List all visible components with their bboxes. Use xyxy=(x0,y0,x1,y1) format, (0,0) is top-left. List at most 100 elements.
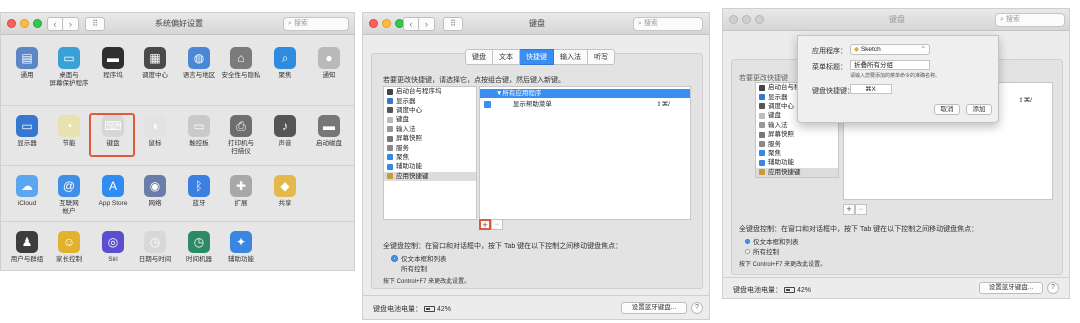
menu-title-field[interactable]: 折叠所有分组 xyxy=(850,60,930,70)
titlebar: ‹ › ⠿ 键盘 ⌕ 搜索 xyxy=(363,13,709,35)
category-icon xyxy=(387,107,393,114)
back-button[interactable]: ‹ xyxy=(47,17,63,31)
back-button[interactable]: ‹ xyxy=(403,17,419,31)
energy-saver-icon: ◔ xyxy=(58,115,80,137)
shortcut-keys[interactable]: ⇧⌘/ xyxy=(1018,96,1032,105)
pref-item[interactable]: ▬ 启动磁盘 xyxy=(303,115,354,148)
radio-label: 仅文本框和列表 xyxy=(401,256,447,263)
search-input[interactable]: ⌕ 搜索 xyxy=(283,17,349,31)
hint-text: 按下 Control+F7 来更改此设置。 xyxy=(383,279,471,285)
mission-control-icon: ▦ xyxy=(144,47,166,69)
checkbox-checked[interactable] xyxy=(484,100,491,108)
help-button[interactable]: ? xyxy=(691,302,703,314)
show-all-button[interactable]: ⠿ xyxy=(443,17,463,31)
pref-item-label: 通知 xyxy=(322,72,336,79)
application-popup[interactable]: ◆ Sketch ⌃ xyxy=(850,44,930,55)
forward-button[interactable]: › xyxy=(419,17,435,31)
category-item[interactable]: 服务 xyxy=(384,143,476,152)
dock-icon: ▬ xyxy=(102,47,124,69)
setup-bluetooth-keyboard-button[interactable]: 设置蓝牙键盘... xyxy=(621,302,687,314)
category-item[interactable]: 聚焦 xyxy=(756,149,838,158)
category-icon xyxy=(759,159,765,166)
close-button[interactable] xyxy=(7,19,16,28)
category-icon xyxy=(759,131,765,138)
row-divider xyxy=(1,105,354,106)
startup-disk-icon: ▬ xyxy=(318,115,340,137)
category-item[interactable]: 应用快捷键 xyxy=(756,167,838,177)
zoom-button[interactable] xyxy=(33,19,42,28)
close-button[interactable] xyxy=(729,15,738,24)
keyboard-window: ‹ › ⠿ 键盘 ⌕ 搜索 键盘 文本 快捷键 输入法 听写 若要更改快捷键，请选择它，… xyxy=(362,12,710,320)
radio-all-controls[interactable]: 所有控制 xyxy=(745,246,779,256)
row-divider xyxy=(1,165,354,166)
tab-0[interactable]: 键盘 xyxy=(465,49,493,65)
titlebar: ‹ › ⠿ 系统偏好设置 ⌕ 搜索 xyxy=(1,13,354,35)
category-item[interactable]: 启动台与程序坞 xyxy=(384,87,476,96)
category-item[interactable]: 输入法 xyxy=(384,125,476,134)
zoom-button[interactable] xyxy=(755,15,764,24)
date-time-icon: ◷ xyxy=(144,231,166,253)
desktop-icon: ▭ xyxy=(58,47,80,69)
remove-shortcut-button[interactable]: − xyxy=(491,219,503,230)
minimize-button[interactable] xyxy=(382,19,391,28)
remove-shortcut-button[interactable]: − xyxy=(855,204,867,215)
minimize-button[interactable] xyxy=(742,15,751,24)
radio-label: 所有控制 xyxy=(401,266,427,273)
radio-all-controls[interactable]: 所有控制 xyxy=(391,263,427,273)
category-label: 输入法 xyxy=(768,121,788,129)
category-item[interactable]: 显示器 xyxy=(384,96,476,105)
tab-4[interactable]: 听写 xyxy=(588,49,615,65)
cancel-button[interactable]: 取消 xyxy=(934,104,960,115)
group-header-all-apps[interactable]: ▼所有应用程序 xyxy=(480,89,690,98)
category-item[interactable]: 服务 xyxy=(756,139,838,148)
category-list[interactable]: 启动台与程序坞 显示器 调度中心 键盘 输入法 屏幕快照 服务 聚焦 辅助功能 应用快捷键 xyxy=(383,86,477,220)
minimize-button[interactable] xyxy=(20,19,29,28)
tab-3[interactable]: 输入法 xyxy=(554,49,588,65)
menu-title-label: 菜单标题： xyxy=(812,64,847,71)
category-icon xyxy=(387,88,393,95)
category-item[interactable]: 辅助功能 xyxy=(756,158,838,167)
language-icon: ◍ xyxy=(188,47,210,69)
printers-icon: ⎙ xyxy=(230,115,252,137)
extensions-icon: ✚ xyxy=(230,175,252,197)
tab-2[interactable]: 快捷键 xyxy=(520,49,554,65)
pref-item[interactable]: ✦ 辅助功能 xyxy=(215,231,267,264)
category-item[interactable]: 调度中心 xyxy=(384,106,476,115)
category-item[interactable]: 辅助功能 xyxy=(384,162,476,171)
add-button[interactable]: 添加 xyxy=(966,104,992,115)
shortcut-keys[interactable]: ⇧⌘/ xyxy=(656,100,670,109)
category-label: 屏幕快照 xyxy=(768,131,794,139)
category-icon xyxy=(387,173,393,180)
radio-text-boxes[interactable]: 仅文本框和列表 xyxy=(745,236,799,246)
pref-item[interactable]: ◆ 共享 xyxy=(259,175,311,208)
shortcut-field[interactable]: ⌘X xyxy=(850,84,892,94)
add-shortcut-button[interactable]: + xyxy=(843,204,855,215)
setup-bluetooth-keyboard-button[interactable]: 设置蓝牙键盘... xyxy=(979,282,1043,294)
tab-1[interactable]: 文本 xyxy=(493,49,520,65)
close-button[interactable] xyxy=(369,19,378,28)
category-item[interactable]: 聚焦 xyxy=(384,153,476,162)
category-item[interactable]: 应用快捷键 xyxy=(384,171,476,181)
shortcut-row[interactable]: 显示帮助菜单 ⇧⌘/ xyxy=(480,100,690,109)
bluetooth-icon: ᛒ xyxy=(188,175,210,197)
search-input[interactable]: ⌕ 搜索 xyxy=(995,13,1065,27)
forward-button[interactable]: › xyxy=(63,17,79,31)
add-shortcut-button[interactable]: + xyxy=(479,219,491,230)
time-machine-icon: ◷ xyxy=(188,231,210,253)
shortcut-list[interactable]: ▼所有应用程序 显示帮助菜单 ⇧⌘/ xyxy=(479,86,691,220)
spotlight-icon: ⌕ xyxy=(274,47,296,69)
category-item[interactable]: 屏幕快照 xyxy=(756,130,838,139)
pref-item[interactable]: ● 通知 xyxy=(303,47,354,80)
app-store-icon: A xyxy=(102,175,124,197)
sound-icon: ♪ xyxy=(274,115,296,137)
search-placeholder: 搜索 xyxy=(293,20,308,27)
category-icon xyxy=(759,150,765,157)
show-all-button[interactable]: ⠿ xyxy=(85,17,105,31)
keyboard-highlight xyxy=(89,113,135,157)
search-input[interactable]: ⌕ 搜索 xyxy=(633,17,703,31)
radio-text-boxes[interactable]: 仅文本框和列表 xyxy=(391,253,447,263)
category-icon xyxy=(759,103,765,110)
help-button[interactable]: ? xyxy=(1047,282,1059,294)
category-item[interactable]: 屏幕快照 xyxy=(384,134,476,143)
category-item[interactable]: 键盘 xyxy=(384,115,476,124)
